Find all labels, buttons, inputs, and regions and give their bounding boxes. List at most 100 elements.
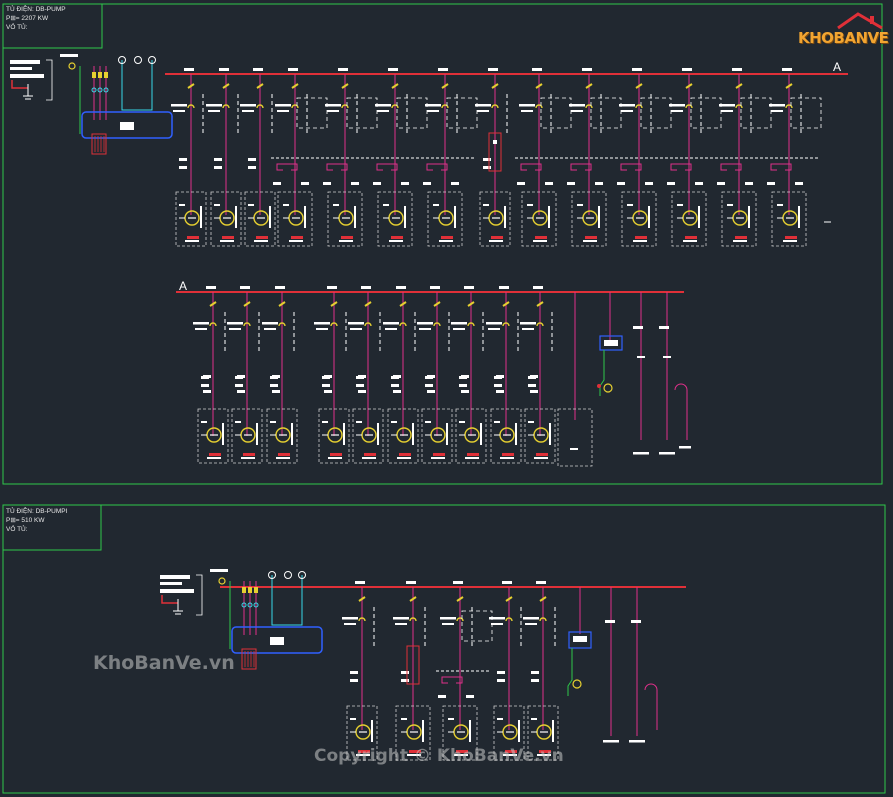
breaker-label-mark-2 bbox=[385, 328, 397, 330]
motor-terminal-mark bbox=[528, 421, 534, 423]
aux-mark-2 bbox=[663, 356, 671, 358]
contactor-mark bbox=[373, 182, 381, 185]
motor-label-mark bbox=[243, 453, 255, 456]
contactor-mark-2 bbox=[179, 166, 187, 169]
contactor-mark bbox=[350, 671, 358, 674]
contactor-mark bbox=[767, 182, 775, 185]
feeder-row2-item bbox=[451, 286, 487, 464]
row2-contactor-mark-2 bbox=[461, 390, 469, 393]
motor-side-bar bbox=[222, 423, 224, 445]
contactor-mark-2 bbox=[459, 384, 467, 387]
indicator-lamp-icon bbox=[603, 383, 613, 393]
motor-terminal-mark bbox=[383, 204, 389, 206]
feeder-tap-mark bbox=[533, 286, 543, 289]
motor-label-mark bbox=[735, 236, 747, 239]
feeder-tap-mark bbox=[453, 581, 463, 584]
vfd-mark bbox=[493, 140, 497, 144]
control-dashed-box bbox=[446, 97, 478, 129]
fuse-icon bbox=[242, 587, 246, 593]
incomer-label-mark bbox=[10, 60, 40, 64]
motor-terminal-mark bbox=[531, 718, 537, 720]
contactor-mark-2 bbox=[351, 182, 359, 185]
contactor-mark bbox=[438, 695, 446, 698]
contactor-mark-2 bbox=[301, 182, 309, 185]
contactor-mark-2 bbox=[214, 166, 222, 169]
control-transformer-core-bottom bbox=[573, 636, 587, 642]
motor-label-mark bbox=[364, 453, 376, 456]
main-breaker-icon bbox=[218, 577, 226, 585]
ats-display bbox=[120, 122, 134, 130]
control-dashed-box bbox=[740, 97, 772, 129]
bottom-panel-title: TỦ ĐIỆN: DB-PUMPI bbox=[6, 508, 68, 515]
contactor-mark-2 bbox=[595, 182, 603, 185]
breaker-label-mark-2 bbox=[350, 328, 362, 330]
motor-terminal-mark bbox=[391, 421, 397, 423]
motor-label-mark bbox=[785, 236, 797, 239]
incomer-label-mark-2 bbox=[10, 67, 32, 70]
motor-terminal-mark bbox=[322, 421, 328, 423]
feeder-row1-item bbox=[615, 68, 672, 247]
motor-label-mark bbox=[685, 236, 697, 239]
motor-label-line bbox=[683, 240, 697, 242]
watermark-main: KhoBanVe.vn bbox=[93, 652, 235, 674]
feeder-tap-mark bbox=[582, 68, 592, 71]
row2-contactor-mark bbox=[427, 375, 435, 378]
motor-side-bar bbox=[354, 206, 356, 228]
control-transformer-core bbox=[604, 340, 618, 346]
row2-contactor-mark-2 bbox=[427, 390, 435, 393]
motor-side-bar bbox=[304, 206, 306, 228]
motor-terminal-mark bbox=[777, 204, 783, 206]
motor-side-bar bbox=[422, 720, 424, 742]
bypass-loop-wire bbox=[770, 163, 792, 171]
breaker-label-mark bbox=[193, 322, 209, 325]
motor-side-bar bbox=[454, 206, 456, 228]
bypass-loop-wire bbox=[326, 163, 348, 171]
feeder-row2-item bbox=[348, 286, 384, 464]
motor-label-line bbox=[439, 240, 453, 242]
feeder-row1-item bbox=[271, 68, 328, 247]
schematic-canvas bbox=[2, 3, 886, 794]
motor-terminal-mark bbox=[248, 204, 254, 206]
control-dashed-box bbox=[461, 610, 493, 642]
row2-contactor-mark-2 bbox=[530, 390, 538, 393]
contactor-mark-2 bbox=[528, 384, 536, 387]
row2-contactor-mark bbox=[237, 375, 245, 378]
incomer-section-top bbox=[10, 54, 173, 155]
feeder-row2-item bbox=[383, 286, 419, 464]
feeder-tap-mark bbox=[682, 68, 692, 71]
main-breaker-mark bbox=[210, 569, 228, 572]
incomer-bracket bbox=[46, 59, 53, 101]
breaker-label-mark-2 bbox=[671, 110, 683, 112]
breaker-label-mark-2 bbox=[442, 623, 454, 625]
bypass-loop-wire bbox=[520, 163, 542, 171]
motor-label-line bbox=[220, 240, 234, 242]
motor-label-mark bbox=[391, 236, 403, 239]
control-green-wire bbox=[599, 350, 605, 396]
contactor-mark bbox=[323, 182, 331, 185]
motor-label-mark bbox=[536, 453, 548, 456]
feeder-tap-mark bbox=[288, 68, 298, 71]
indicator-lamp-bottom-icon bbox=[572, 679, 582, 689]
breaker-label-mark-2 bbox=[491, 623, 503, 625]
contactor-mark bbox=[617, 182, 625, 185]
bypass-loop-wire bbox=[426, 163, 448, 171]
motor-label-mark bbox=[330, 453, 342, 456]
feeder-tap-mark bbox=[532, 68, 542, 71]
contactor-mark bbox=[423, 182, 431, 185]
feeder-row2-item bbox=[193, 286, 229, 464]
contactor-mark bbox=[497, 671, 505, 674]
contactor-mark bbox=[531, 671, 539, 674]
breaker-label-mark-2 bbox=[327, 110, 339, 112]
motor-label-line bbox=[583, 240, 597, 242]
contactor-mark-2 bbox=[483, 166, 491, 169]
feeder-bottom-item bbox=[436, 581, 493, 761]
feeder-row1-item bbox=[765, 68, 822, 247]
motor-label-mark bbox=[187, 236, 199, 239]
feeder-row1-item bbox=[321, 68, 378, 247]
motor-terminal-mark bbox=[483, 204, 489, 206]
control-dashed-box bbox=[540, 97, 572, 129]
row2-contactor-mark bbox=[272, 375, 280, 378]
feeder-row2-item bbox=[486, 286, 522, 464]
contactor-mark-2 bbox=[531, 679, 539, 682]
aux-base-mark-bottom bbox=[629, 740, 645, 743]
